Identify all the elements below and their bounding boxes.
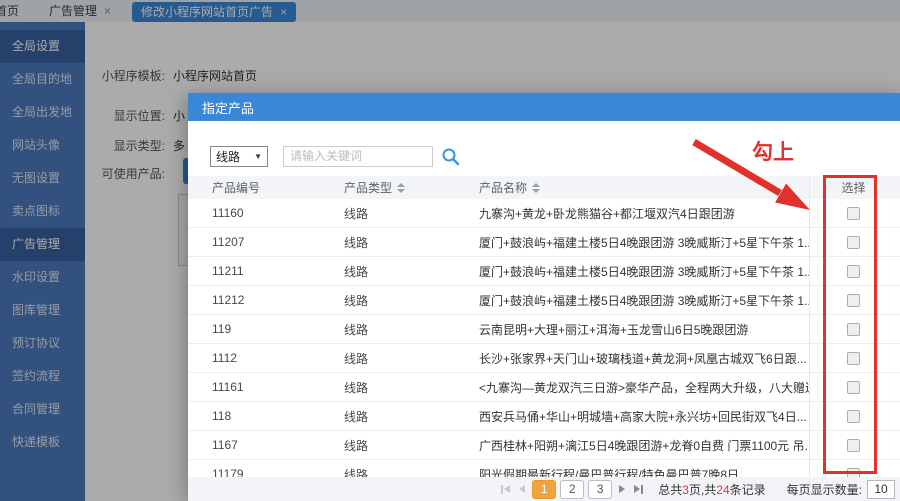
product-type-cell: 线路 — [344, 321, 479, 338]
table-row[interactable]: 118线路西安兵马俑+华山+明城墙+高家大院+永兴坊+回民街双飞4日... — [188, 402, 900, 431]
product-table: 产品编号 产品类型 产品名称 选择 11160线路九寨沟+黄龙+卧龙熊猫谷+都江… — [188, 176, 900, 489]
sort-icon[interactable] — [532, 183, 540, 193]
product-type-cell: 线路 — [344, 234, 479, 251]
product-id-cell: 11160 — [188, 206, 344, 220]
product-id-cell: 11207 — [188, 235, 344, 249]
row-checkbox[interactable] — [847, 323, 860, 336]
product-name-cell: 西安兵马俑+华山+明城墙+高家大院+永兴坊+回民街双飞4日... — [479, 408, 809, 425]
total-pages: 3 — [682, 483, 689, 497]
page-buttons: 123 — [532, 480, 612, 499]
product-id-cell: 119 — [188, 322, 344, 336]
product-name-cell: 广西桂林+阳朔+漓江5日4晚跟团游+龙脊0自费 门票1100元 吊... — [479, 437, 809, 454]
product-type-select-value: 线路 — [216, 148, 240, 165]
column-label: 产品编号 — [212, 179, 260, 196]
table-row[interactable]: 11211线路厦门+鼓浪屿+福建土楼5日4晚跟团游 3晚威斯汀+5星下午茶 1.… — [188, 257, 900, 286]
product-name-cell: 长沙+张家界+天门山+玻璃栈道+黄龙洞+凤凰古城双飞6日跟... — [479, 350, 809, 367]
column-header-product-id: 产品编号 — [188, 179, 344, 196]
row-checkbox[interactable] — [847, 381, 860, 394]
summary-text: 页,共 — [689, 483, 716, 497]
product-type-cell: 线路 — [344, 205, 479, 222]
select-cell — [809, 344, 897, 372]
product-id-cell: 1167 — [188, 438, 344, 452]
pagination-summary: 总共3页,共24条记录 — [658, 481, 765, 498]
table-row[interactable]: 11212线路厦门+鼓浪屿+福建土楼5日4晚跟团游 3晚威斯汀+5星下午茶 1.… — [188, 286, 900, 315]
column-label: 选择 — [841, 179, 865, 196]
column-header-product-name[interactable]: 产品名称 — [479, 179, 809, 196]
product-table-header: 产品编号 产品类型 产品名称 选择 — [188, 176, 900, 199]
table-row[interactable]: 11207线路厦门+鼓浪屿+福建土楼5日4晚跟团游 3晚威斯汀+5星下午茶 1.… — [188, 228, 900, 257]
column-header-product-type[interactable]: 产品类型 — [344, 179, 479, 196]
page-button[interactable]: 2 — [560, 480, 584, 499]
select-cell — [809, 199, 897, 227]
prev-page-icon[interactable] — [517, 485, 527, 493]
product-type-cell: 线路 — [344, 350, 479, 367]
product-name-cell: 九寨沟+黄龙+卧龙熊猫谷+都江堰双汽4日跟团游 — [479, 205, 809, 222]
product-id-cell: 11211 — [188, 264, 344, 278]
first-page-icon[interactable] — [499, 485, 512, 494]
page-button[interactable]: 3 — [588, 480, 612, 499]
page-size-input[interactable] — [867, 480, 895, 499]
product-name-cell: 厦门+鼓浪屿+福建土楼5日4晚跟团游 3晚威斯汀+5星下午茶 1... — [479, 292, 809, 309]
product-id-cell: 11161 — [188, 380, 344, 394]
sort-icon[interactable] — [397, 183, 405, 193]
page-button[interactable]: 1 — [532, 480, 556, 499]
total-records: 24 — [716, 483, 729, 497]
row-checkbox[interactable] — [847, 236, 860, 249]
product-id-cell: 1112 — [188, 351, 344, 365]
product-type-cell: 线路 — [344, 408, 479, 425]
table-row[interactable]: 11160线路九寨沟+黄龙+卧龙熊猫谷+都江堰双汽4日跟团游 — [188, 199, 900, 228]
product-name-cell: <九寨沟—黄龙双汽三日游>豪华产品，全程两大升级，八大赠送 — [479, 379, 809, 396]
last-page-icon[interactable] — [632, 485, 645, 494]
table-row[interactable]: 119线路云南昆明+大理+丽江+洱海+玉龙雪山6日5晚跟团游 — [188, 315, 900, 344]
modal-header: 指定产品 — [188, 93, 900, 121]
table-row[interactable]: 11161线路<九寨沟—黄龙双汽三日游>豪华产品，全程两大升级，八大赠送 — [188, 373, 900, 402]
product-type-cell: 线路 — [344, 292, 479, 309]
product-name-cell: 厦门+鼓浪屿+福建土楼5日4晚跟团游 3晚威斯汀+5星下午茶 1... — [479, 234, 809, 251]
page-size-label: 每页显示数量: — [787, 481, 862, 498]
next-page-icon[interactable] — [617, 485, 627, 493]
product-id-cell: 11212 — [188, 293, 344, 307]
product-type-cell: 线路 — [344, 379, 479, 396]
select-cell — [809, 402, 897, 430]
app-screen: 首页广告管理×修改小程序网站首页广告× 全局设置全局目的地全局出发地网站头像无图… — [0, 0, 900, 501]
select-cell — [809, 373, 897, 401]
select-cell — [809, 315, 897, 343]
row-checkbox[interactable] — [847, 439, 860, 452]
row-checkbox[interactable] — [847, 410, 860, 423]
product-table-body: 11160线路九寨沟+黄龙+卧龙熊猫谷+都江堰双汽4日跟团游11207线路厦门+… — [188, 199, 900, 489]
pagination-bar: 123 总共3页,共24条记录 每页显示数量: — [188, 477, 900, 501]
search-icon[interactable] — [441, 147, 460, 166]
chevron-down-icon: ▼ — [254, 152, 262, 161]
filter-row: 线路 ▼ — [210, 145, 460, 167]
select-cell — [809, 431, 897, 459]
table-row[interactable]: 1167线路广西桂林+阳朔+漓江5日4晚跟团游+龙脊0自费 门票1100元 吊.… — [188, 431, 900, 460]
column-label: 产品类型 — [344, 179, 392, 196]
row-checkbox[interactable] — [847, 352, 860, 365]
product-name-cell: 厦门+鼓浪屿+福建土楼5日4晚跟团游 3晚威斯汀+5星下午茶 1... — [479, 263, 809, 280]
row-checkbox[interactable] — [847, 207, 860, 220]
modal-title: 指定产品 — [188, 98, 254, 117]
table-row[interactable]: 1112线路长沙+张家界+天门山+玻璃栈道+黄龙洞+凤凰古城双飞6日跟... — [188, 344, 900, 373]
column-label: 产品名称 — [479, 179, 527, 196]
product-type-cell: 线路 — [344, 263, 479, 280]
product-type-cell: 线路 — [344, 437, 479, 454]
select-cell — [809, 286, 897, 314]
keyword-search-input[interactable] — [283, 146, 433, 167]
summary-text: 条记录 — [730, 483, 766, 497]
product-type-select[interactable]: 线路 ▼ — [210, 146, 268, 167]
select-cell — [809, 257, 897, 285]
specify-product-modal: 指定产品 线路 ▼ 产品编号 产品类型 — [188, 93, 900, 501]
product-id-cell: 118 — [188, 409, 344, 423]
product-name-cell: 云南昆明+大理+丽江+洱海+玉龙雪山6日5晚跟团游 — [479, 321, 809, 338]
column-header-select: 选择 — [809, 176, 897, 199]
summary-text: 总共 — [658, 483, 682, 497]
row-checkbox[interactable] — [847, 265, 860, 278]
select-cell — [809, 228, 897, 256]
row-checkbox[interactable] — [847, 294, 860, 307]
